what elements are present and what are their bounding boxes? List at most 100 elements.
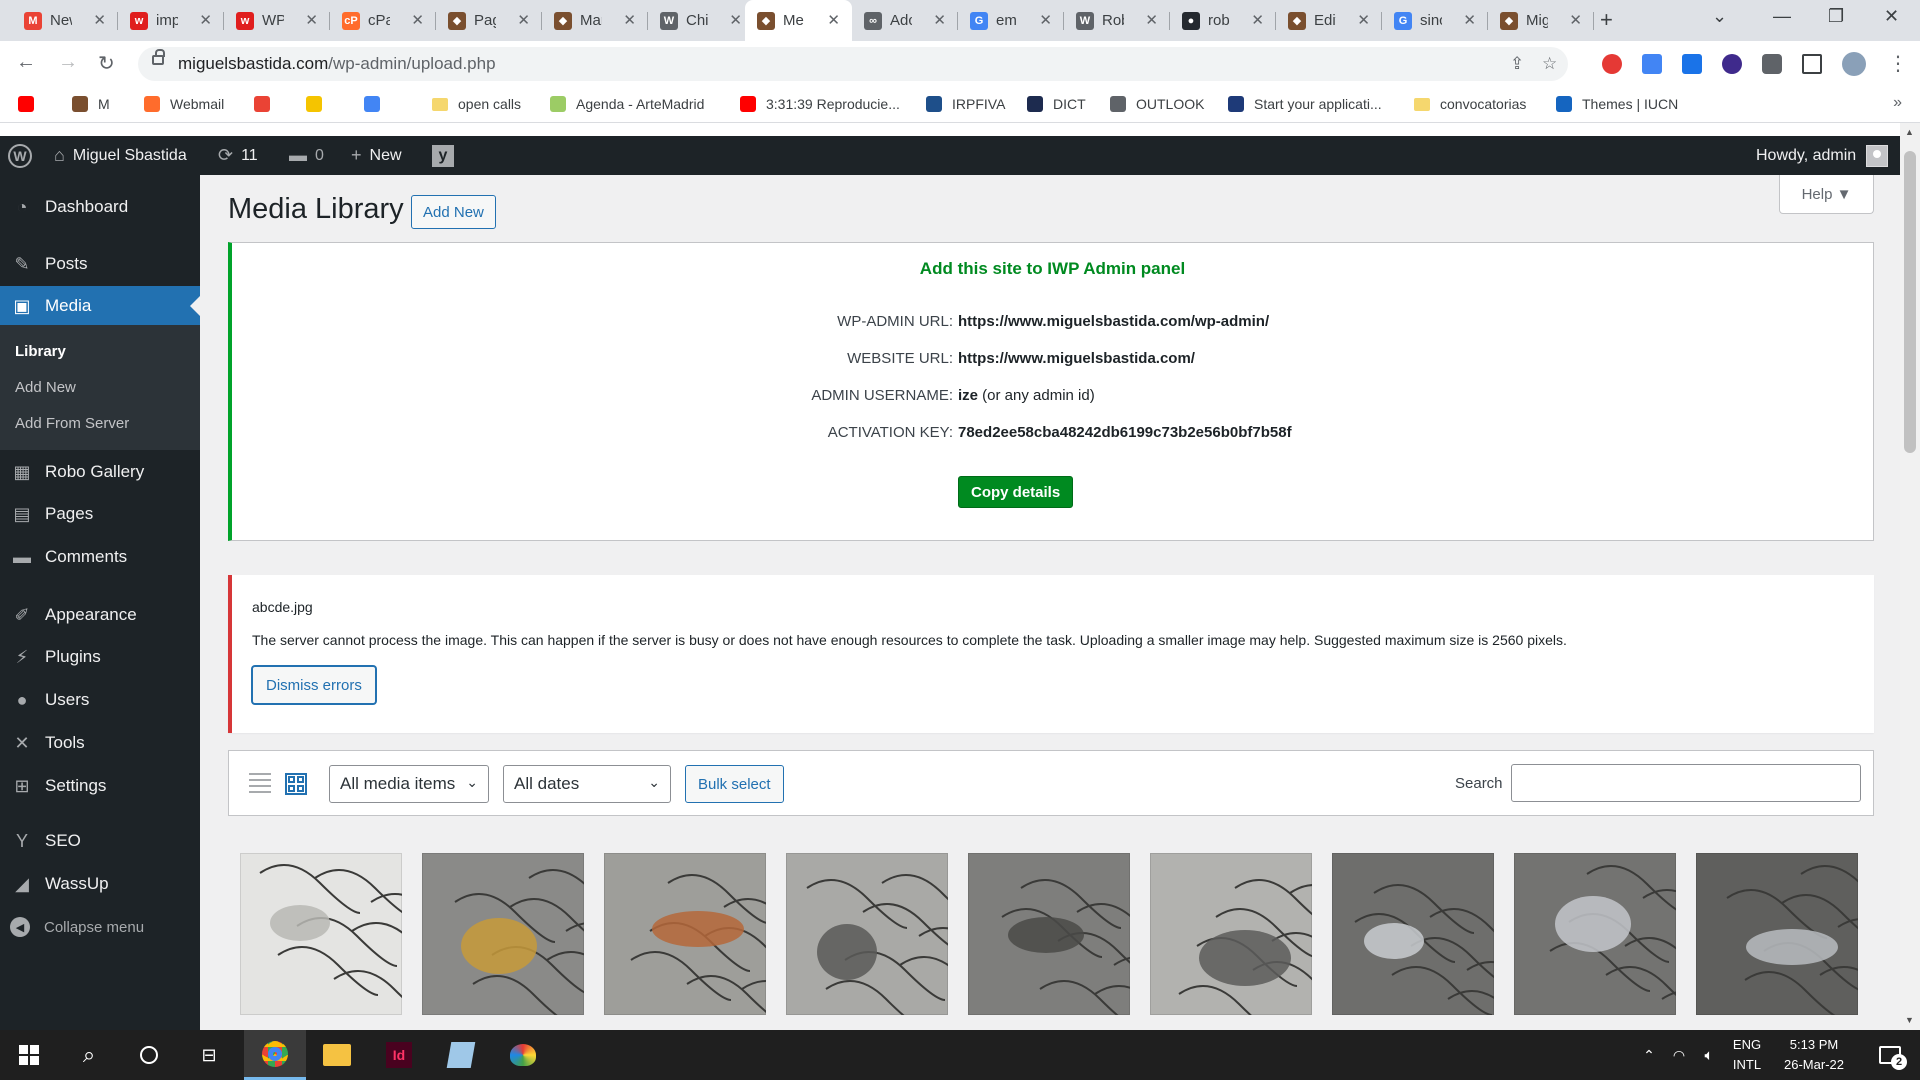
paint-icon[interactable]	[492, 1030, 554, 1080]
iwp-detail-value[interactable]: https://www.miguelsbastida.com/wp-admin/	[958, 313, 1269, 330]
bookmark-star-icon[interactable]: ☆	[1542, 54, 1557, 74]
browser-tab[interactable]: w WP ✕	[224, 0, 330, 41]
iwp-detail-value[interactable]: 78ed2ee58cba48242db6199c73b2e56b0bf7b58f	[958, 424, 1292, 441]
lock-icon[interactable]	[152, 49, 165, 65]
media-thumbnail[interactable]	[1696, 853, 1858, 1015]
bulk-select-button[interactable]: Bulk select	[685, 765, 784, 803]
close-tab-icon[interactable]: ✕	[1039, 11, 1052, 29]
cortana-icon[interactable]	[120, 1030, 178, 1080]
wifi-icon[interactable]: ◠	[1664, 1030, 1694, 1080]
browser-tab[interactable]: Gsinc ✕	[1382, 0, 1488, 41]
media-thumbnail[interactable]	[240, 853, 402, 1015]
browser-tab[interactable]: ◆ Me ✕	[745, 0, 852, 41]
close-tab-icon[interactable]: ✕	[517, 11, 530, 29]
notifications-icon[interactable]: 2	[1868, 1030, 1912, 1080]
scroll-up-icon[interactable]: ▲	[1905, 127, 1914, 137]
tab-search-icon[interactable]: ⌄	[1712, 6, 1727, 27]
bookmarks-overflow-icon[interactable]: »	[1893, 94, 1902, 112]
file-explorer-icon[interactable]	[306, 1030, 368, 1080]
back-icon[interactable]: ←	[16, 51, 36, 74]
sidebar-item-plugins[interactable]: ⚡ Plugins	[0, 637, 200, 677]
bookmark-item[interactable]: IRPFIVA	[926, 96, 1005, 112]
page-scrollbar[interactable]: ▲ ▼	[1900, 123, 1920, 1030]
bookmark-item[interactable]: DICT	[1027, 96, 1086, 112]
media-thumbnail[interactable]	[968, 853, 1130, 1015]
browser-tab[interactable]: Gem ✕	[958, 0, 1064, 41]
bookmark-item[interactable]: Start your applicati...	[1228, 96, 1382, 112]
media-search-input[interactable]	[1511, 764, 1861, 802]
indesign-icon[interactable]: Id	[368, 1030, 430, 1080]
updates-link[interactable]: ⟳ 11	[218, 136, 258, 175]
help-tab-button[interactable]: Help ▼	[1779, 175, 1874, 214]
share-icon[interactable]: ⇪	[1510, 54, 1524, 74]
close-tab-icon[interactable]: ✕	[411, 11, 424, 29]
browser-tab[interactable]: ◆ Edit ✕	[1276, 0, 1382, 41]
grid-view-icon[interactable]	[285, 773, 307, 795]
close-window-icon[interactable]: ✕	[1884, 6, 1899, 27]
browser-tab[interactable]: ∞ Adc ✕	[852, 0, 958, 41]
profile-avatar[interactable]	[1842, 52, 1866, 76]
browser-tab[interactable]: W Rob ✕	[1064, 0, 1170, 41]
browser-tab[interactable]: W Chil ✕	[648, 0, 754, 41]
browser-menu-icon[interactable]: ⋮	[1888, 51, 1908, 76]
wordpress-logo-icon[interactable]: W	[8, 136, 32, 175]
bookmark-item[interactable]: Agenda - ArteMadrid	[550, 96, 704, 112]
site-name-link[interactable]: ⌂ Miguel Sbastida	[54, 136, 187, 175]
start-button[interactable]	[0, 1030, 58, 1080]
reload-icon[interactable]: ↻	[98, 51, 115, 76]
bookmark-item[interactable]: Webmail	[144, 96, 224, 112]
browser-tab[interactable]: M New ✕	[12, 0, 118, 41]
media-thumbnail[interactable]	[786, 853, 948, 1015]
forward-icon[interactable]: →	[58, 51, 78, 74]
task-view-icon[interactable]: ⊟	[180, 1030, 238, 1080]
close-tab-icon[interactable]: ✕	[1463, 11, 1476, 29]
browser-tab[interactable]: cP cPa ✕	[330, 0, 436, 41]
sidebar-item-dashboard[interactable]: ◔ Dashboard	[0, 187, 200, 227]
bookmark-item[interactable]: convocatorias	[1414, 96, 1526, 112]
close-tab-icon[interactable]: ✕	[305, 11, 318, 29]
close-tab-icon[interactable]: ✕	[933, 11, 946, 29]
sidebar-item-robo-gallery[interactable]: ▦ Robo Gallery	[0, 452, 200, 492]
submenu-add-from-server[interactable]: Add From Server	[15, 415, 129, 432]
sidebar-item-pages[interactable]: ▤ Pages	[0, 494, 200, 534]
search-icon[interactable]: ⌕	[60, 1030, 118, 1080]
bookmark-item[interactable]: M	[72, 96, 110, 112]
media-thumbnail[interactable]	[1514, 853, 1676, 1015]
address-bar[interactable]: miguelsbastida.com/wp-admin/upload.php ⇪…	[138, 47, 1568, 81]
chrome-taskbar-icon[interactable]	[244, 1030, 306, 1080]
bookmark-item[interactable]	[18, 96, 44, 112]
bookmark-item[interactable]: Themes | IUCN	[1556, 96, 1678, 112]
list-view-icon[interactable]	[249, 773, 271, 795]
scrollbar-thumb[interactable]	[1904, 151, 1916, 453]
my-account-link[interactable]: Howdy, admin	[1756, 136, 1889, 175]
browser-tab[interactable]: ◆ Mar ✕	[542, 0, 648, 41]
notepad-icon[interactable]	[430, 1030, 492, 1080]
close-tab-icon[interactable]: ✕	[1569, 11, 1582, 29]
add-new-media-button[interactable]: Add New	[411, 195, 496, 229]
submenu-add-new[interactable]: Add New	[15, 379, 76, 396]
new-tab-button[interactable]: +	[1600, 7, 1613, 33]
sidebar-item-posts[interactable]: ✎ Posts	[0, 244, 200, 284]
close-tab-icon[interactable]: ✕	[623, 11, 636, 29]
close-tab-icon[interactable]: ✕	[1145, 11, 1158, 29]
bookmark-item[interactable]	[254, 96, 280, 112]
sidebar-item-comments[interactable]: ▬ Comments	[0, 537, 200, 577]
bookmark-item[interactable]: 3:31:39 Reproducie...	[740, 96, 900, 112]
browser-tab[interactable]: ◆ Mig ✕	[1488, 0, 1594, 41]
minimize-icon[interactable]: —	[1773, 6, 1791, 27]
browser-tab[interactable]: ● rob ✕	[1170, 0, 1276, 41]
media-thumbnail[interactable]	[1150, 853, 1312, 1015]
tray-overflow-icon[interactable]: ⌃	[1636, 1030, 1662, 1080]
bookmark-item[interactable]	[306, 96, 332, 112]
opera-extension-icon[interactable]	[1602, 54, 1622, 74]
download-extension-icon[interactable]	[1682, 54, 1702, 74]
close-tab-icon[interactable]: ✕	[729, 11, 742, 29]
downloader-extension-icon[interactable]	[1722, 54, 1742, 74]
close-tab-icon[interactable]: ✕	[199, 11, 212, 29]
volume-icon[interactable]: 🔈︎	[1694, 1030, 1724, 1080]
media-type-filter[interactable]: All media items ⌄	[329, 765, 489, 803]
sidebar-item-users[interactable]: ● Users	[0, 680, 200, 720]
media-thumbnail[interactable]	[604, 853, 766, 1015]
browser-tab[interactable]: w imp ✕	[118, 0, 224, 41]
sidebar-item-seo[interactable]: Y SEO	[0, 821, 200, 861]
